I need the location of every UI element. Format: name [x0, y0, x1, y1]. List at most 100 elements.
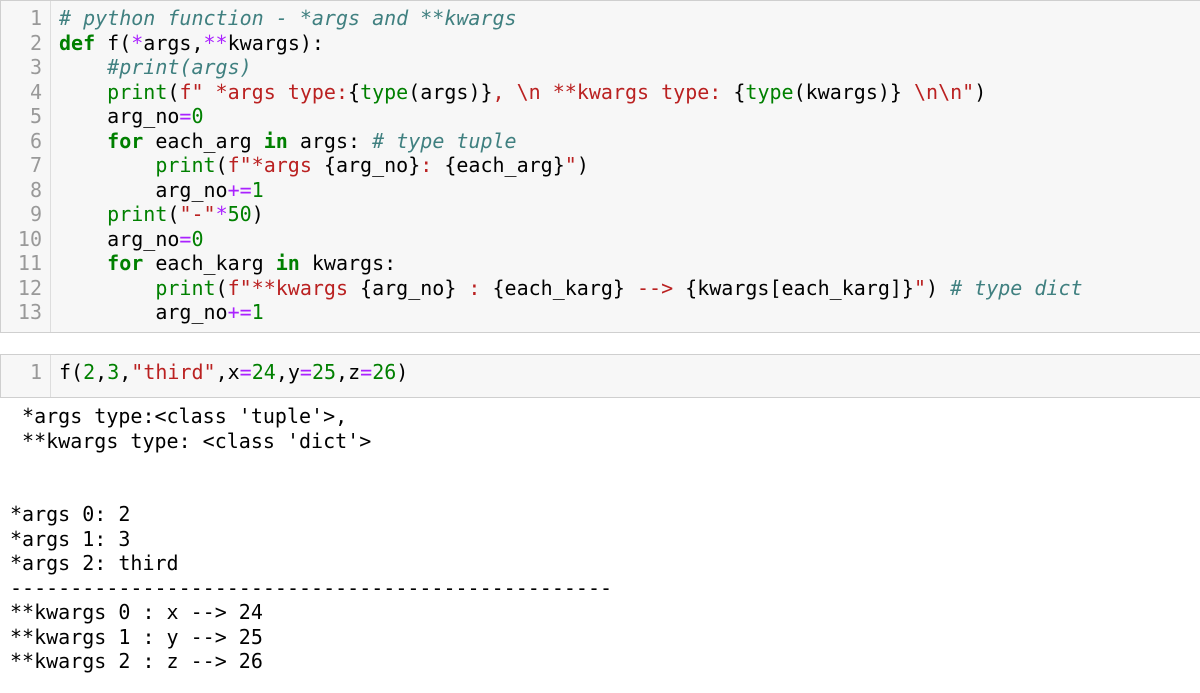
code-editor[interactable]: f(2,3,"third",x=24,y=25,z=26) — [51, 355, 408, 397]
code-token: 50 — [227, 202, 252, 226]
code-token: , — [119, 360, 132, 384]
code-cell-function-call[interactable]: 1 f(2,3,"third",x=24,y=25,z=26) — [0, 354, 1200, 398]
code-token: kwargs: — [299, 251, 397, 275]
code-token: = — [179, 226, 192, 251]
code-token: type — [360, 79, 409, 104]
code-token: arg_no — [59, 104, 180, 128]
code-token: f" *args type: — [179, 79, 349, 104]
code-token: ( — [215, 153, 228, 177]
line-number: 10 — [17, 226, 42, 251]
code-token: " — [564, 153, 577, 177]
code-token: ( — [215, 275, 228, 300]
line-number-gutter: 1 2 3 4 5 6 7 8 9 10 11 12 13 — [1, 1, 51, 332]
code-token: ) — [974, 79, 987, 104]
line-number: 8 — [29, 177, 42, 202]
code-token: (kwargs)} — [793, 79, 902, 104]
output-line: **kwargs 0 : x --> 24 — [10, 600, 263, 624]
code-token: * — [215, 202, 228, 226]
code-token: { — [348, 79, 361, 104]
code-token: * — [131, 30, 144, 55]
cell-output: *args type:<class 'tuple'>, **kwargs typ… — [10, 404, 612, 674]
code-token: 25 — [311, 360, 337, 384]
line-number-gutter: 1 — [1, 355, 51, 397]
code-token: ) — [251, 202, 264, 226]
code-token: ,x — [215, 360, 240, 384]
line-number: 3 — [29, 55, 42, 79]
code-token: each_arg — [143, 128, 264, 153]
code-token: = — [239, 360, 252, 384]
output-line: **kwargs type: <class 'dict'> — [10, 428, 372, 453]
code-token: print — [107, 202, 168, 226]
code-token: print — [155, 275, 216, 300]
output-line: *args 2: third — [10, 551, 179, 575]
code-token: {each_arg} — [444, 153, 565, 177]
code-line: print(f"*args {arg_no}: {each_arg}") — [59, 153, 1083, 178]
code-token: 2 — [83, 360, 96, 384]
code-line: print(f" *args type:{type(args)}, \n **k… — [59, 80, 1083, 105]
code-line: print(f"**kwargs {arg_no} : {each_karg} … — [59, 275, 1083, 301]
code-token: : — [420, 153, 445, 177]
code-token: {kwargs[each_karg]} — [685, 275, 914, 300]
line-number: 9 — [29, 202, 42, 226]
code-token: = — [299, 360, 312, 384]
code-token: += — [227, 300, 252, 324]
code-token: ( — [167, 79, 180, 104]
code-line: arg_no=0 — [59, 227, 1083, 252]
line-number: 4 — [29, 79, 42, 104]
code-token: each_karg — [143, 251, 276, 275]
code-token: {arg_no} — [360, 275, 457, 300]
line-number: 7 — [29, 153, 42, 177]
code-line: def f(*args,**kwargs): — [59, 31, 1083, 56]
output-line: ----------------------------------------… — [10, 575, 613, 600]
code-editor[interactable]: # python function - *args and **kwargs de… — [51, 1, 1083, 332]
code-token: += — [227, 177, 252, 202]
code-token: ) — [576, 153, 589, 177]
code-token: \n\n" — [901, 79, 975, 104]
code-token: : — [456, 275, 493, 300]
code-token: ( — [167, 202, 180, 226]
code-cell-function-definition[interactable]: 1 2 3 4 5 6 7 8 9 10 11 12 13 # python function - *a… — [0, 0, 1200, 333]
code-line: f(2,3,"third",x=24,y=25,z=26) — [59, 360, 408, 385]
code-token: # python function - *args and **kwargs — [59, 6, 517, 30]
code-token: { — [733, 79, 746, 104]
code-line: arg_no+=1 — [59, 300, 1083, 325]
code-token: in — [275, 251, 300, 275]
code-line: arg_no=0 — [59, 104, 1083, 129]
line-number: 5 — [29, 104, 42, 128]
code-token: ,y — [275, 360, 300, 384]
line-number: 11 — [17, 251, 42, 275]
code-token: for — [107, 251, 144, 275]
code-token: print — [107, 79, 168, 104]
code-token: 0 — [191, 226, 204, 251]
code-token: args, — [143, 30, 204, 55]
code-token: f( — [95, 30, 132, 55]
code-token: (args)} — [408, 79, 493, 104]
code-token: ** — [203, 30, 228, 55]
line-number: 1 — [29, 360, 42, 384]
code-token: in — [263, 128, 288, 153]
code-token: ) — [396, 360, 409, 384]
code-token: , — [95, 360, 108, 384]
code-token: 1 — [251, 177, 264, 202]
output-line: *args 1: 3 — [10, 526, 131, 551]
code-token: 26 — [372, 360, 397, 384]
code-token: print — [155, 153, 216, 177]
code-token: --> — [624, 275, 686, 300]
code-token: for — [107, 128, 144, 153]
output-line: **kwargs 1 : y --> 25 — [10, 624, 263, 649]
code-token: # type dict — [950, 275, 1083, 300]
code-token: 3 — [107, 360, 120, 384]
code-line: # python function - *args and **kwargs — [59, 6, 1083, 31]
code-token: "-" — [179, 202, 216, 226]
code-token: ) — [926, 275, 951, 300]
line-number: 6 — [29, 128, 42, 153]
code-token: 0 — [191, 104, 204, 128]
code-line: for each_karg in kwargs: — [59, 251, 1083, 276]
code-token: " — [913, 275, 926, 300]
